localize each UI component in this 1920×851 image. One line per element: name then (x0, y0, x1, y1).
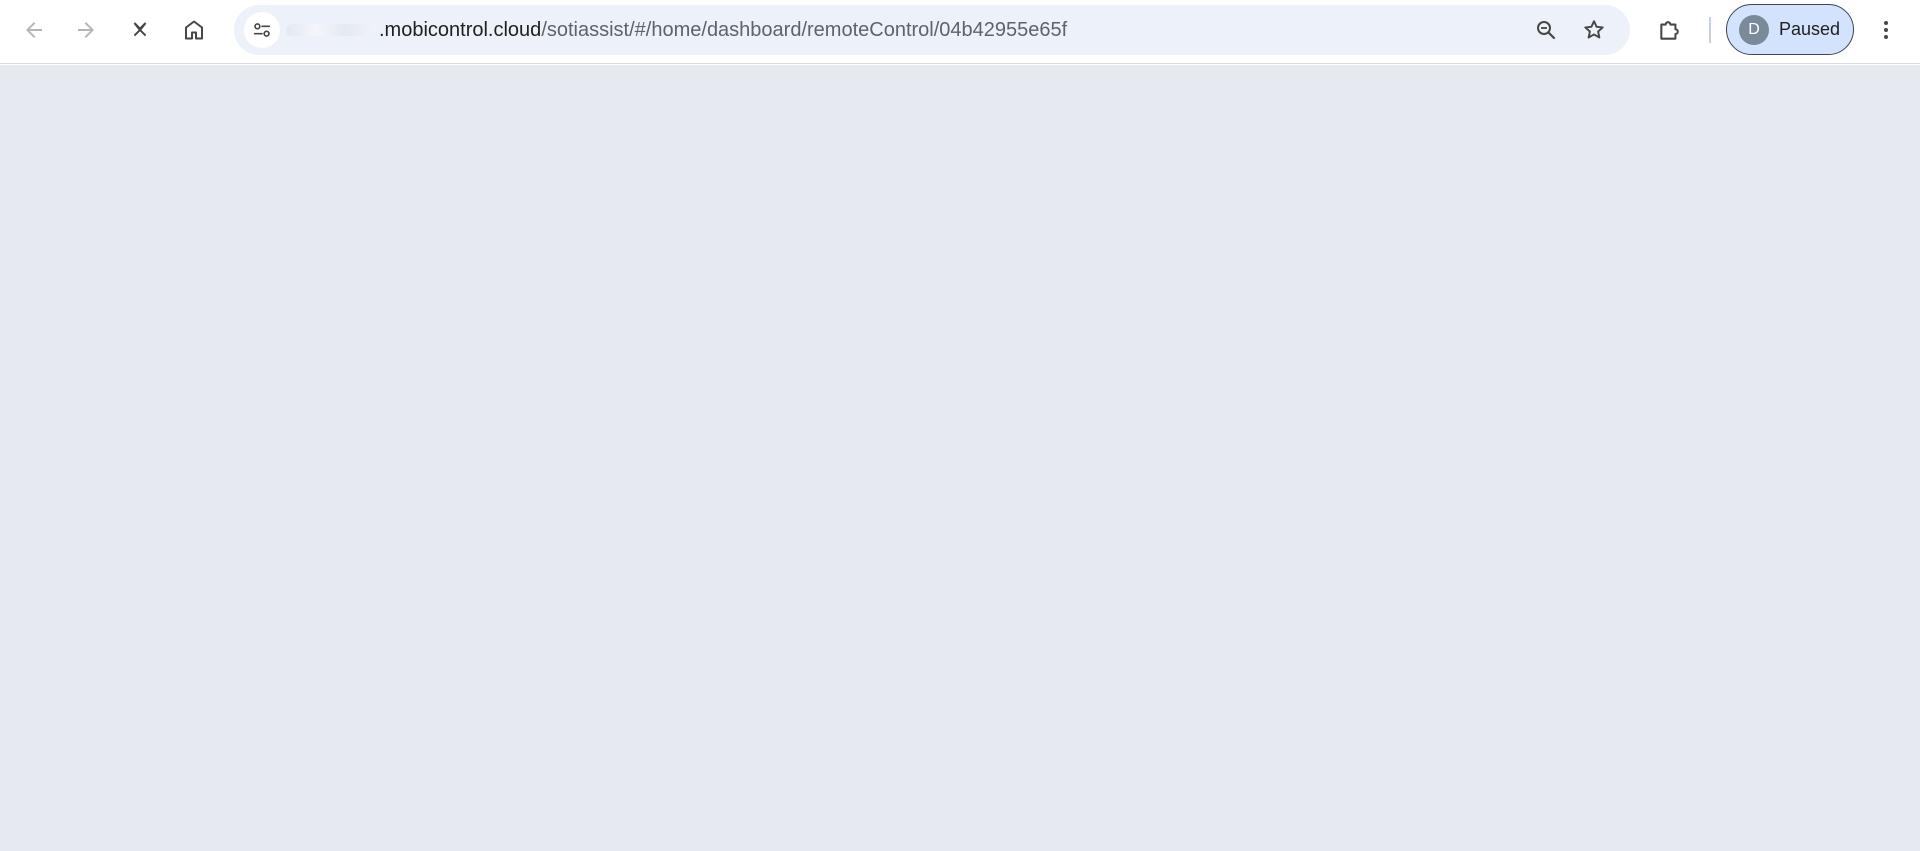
arrow-right-icon (78, 22, 94, 38)
avatar: D (1739, 14, 1769, 45)
extensions-button[interactable] (1652, 12, 1688, 48)
profile-status: Paused (1779, 19, 1841, 39)
page-content-area (0, 65, 1920, 851)
tune-icon (253, 23, 271, 37)
home-icon (185, 20, 203, 40)
close-icon (133, 22, 147, 37)
site-info-button[interactable] (244, 12, 280, 48)
forward-button[interactable] (66, 10, 106, 50)
star-icon (1584, 20, 1604, 39)
zoom-button[interactable] (1531, 15, 1561, 45)
bookmark-button[interactable] (1579, 15, 1609, 45)
browser-toolbar: .mobicontrol.cloud/sotiassist/#/home/das… (0, 0, 1920, 64)
toolbar-divider (1709, 17, 1711, 43)
back-button[interactable] (14, 10, 54, 50)
browser-menu-button[interactable] (1866, 10, 1906, 50)
url-domain: .mobicontrol.cloud (379, 19, 542, 41)
url-path: /sotiassist/#/home/dashboard/remoteContr… (541, 19, 1068, 41)
home-button[interactable] (174, 10, 214, 50)
zoom-out-icon (1537, 21, 1556, 40)
puzzle-icon (1660, 21, 1679, 40)
address-bar[interactable]: .mobicontrol.cloud/sotiassist/#/home/das… (234, 5, 1630, 55)
redacted-subdomain (286, 24, 376, 36)
profile-button[interactable]: D Paused (1726, 4, 1854, 55)
url-text[interactable]: .mobicontrol.cloud/sotiassist/#/home/das… (379, 19, 1067, 41)
stop-loading-button[interactable] (120, 10, 160, 50)
arrow-left-icon (26, 22, 42, 38)
more-vert-icon (1884, 21, 1888, 39)
